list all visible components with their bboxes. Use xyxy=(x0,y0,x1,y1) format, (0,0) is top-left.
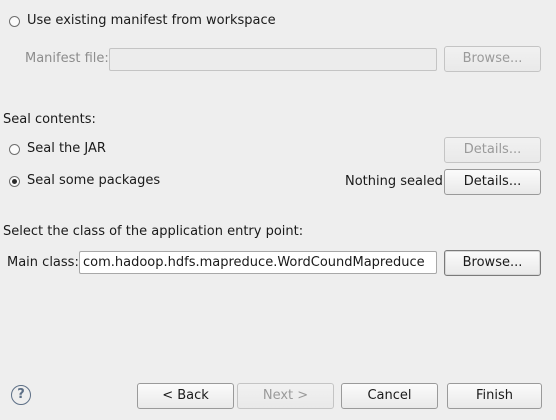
finish-button[interactable]: Finish xyxy=(447,383,542,409)
seal-packages-label[interactable]: Seal some packages xyxy=(27,173,160,189)
entry-point-heading: Select the class of the application entr… xyxy=(3,224,304,239)
seal-jar-radio[interactable] xyxy=(9,144,20,155)
use-existing-manifest-radio[interactable] xyxy=(9,16,20,27)
manifest-browse-button[interactable]: Browse... xyxy=(444,46,541,72)
seal-packages-details-button[interactable]: Details... xyxy=(444,169,541,195)
help-icon[interactable]: ? xyxy=(11,385,31,405)
back-button[interactable]: < Back xyxy=(137,383,234,409)
main-class-browse-button[interactable]: Browse... xyxy=(444,250,541,276)
seal-jar-label[interactable]: Seal the JAR xyxy=(27,141,106,157)
main-class-label: Main class: xyxy=(7,255,79,270)
seal-contents-heading: Seal contents: xyxy=(3,112,96,127)
manifest-file-field[interactable] xyxy=(109,48,437,71)
use-existing-manifest-label[interactable]: Use existing manifest from workspace xyxy=(27,13,276,29)
seal-packages-radio[interactable] xyxy=(9,176,20,187)
seal-jar-details-button[interactable]: Details... xyxy=(444,137,541,163)
manifest-file-label: Manifest file: xyxy=(25,51,109,66)
next-button[interactable]: Next > xyxy=(237,383,334,409)
cancel-button[interactable]: Cancel xyxy=(341,383,438,409)
main-class-field[interactable]: com.hadoop.hdfs.mapreduce.WordCoundMapre… xyxy=(79,251,437,274)
seal-status-text: Nothing sealed xyxy=(345,174,443,189)
